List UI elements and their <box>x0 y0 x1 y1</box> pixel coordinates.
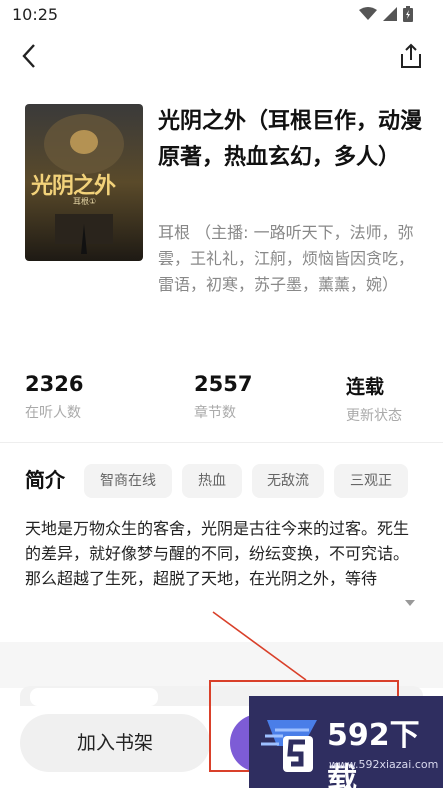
tag-chip[interactable]: 热血 <box>182 464 242 498</box>
book-authors: 耳根 （主播: 一路听天下，法师，弥雲，王礼礼，江舸，烦恼皆因贪吃，雷语，初寒，… <box>158 223 415 294</box>
tab-active[interactable] <box>30 688 158 706</box>
stat-value: 连载 <box>346 376 385 398</box>
expand-arrow-icon[interactable] <box>405 600 415 606</box>
tag-chip[interactable]: 无敌流 <box>252 464 324 498</box>
stat-label: 更新状态 <box>346 408 402 424</box>
add-to-bookshelf-button[interactable]: 加入书架 <box>20 714 210 772</box>
status-time: 10:25 <box>12 5 59 24</box>
signal-icon <box>383 7 397 21</box>
stat-chapters: 2557 章节数 <box>194 372 252 422</box>
stat-label: 章节数 <box>194 405 236 421</box>
share-icon[interactable] <box>397 40 425 72</box>
book-title: 光阴之外（耳根巨作，动漫原著，热血玄幻，多人） <box>158 109 423 170</box>
stats-row: 2326 在听人数 2557 章节数 连载 更新状态 <box>0 372 443 428</box>
intro-text[interactable]: 天地是万物众生的客舍，光阴是古往今来的过客。死生的差异，就好像梦与醒的不同，纷纭… <box>25 516 420 591</box>
battery-icon <box>403 6 413 22</box>
stat-listeners: 2326 在听人数 <box>25 372 83 422</box>
cover-subtitle: 耳根① <box>73 197 97 206</box>
back-arrow-icon[interactable] <box>16 40 44 72</box>
watermark-url: www.592xiazai.com <box>329 758 439 771</box>
wifi-icon <box>359 7 377 20</box>
status-icons <box>359 6 413 22</box>
stat-value: 2326 <box>25 372 84 396</box>
watermark: 592下载 www.592xiazai.com <box>249 696 443 797</box>
intro-heading: 简介 <box>25 468 65 492</box>
divider <box>0 442 443 443</box>
status-bar: 10:25 <box>0 0 443 30</box>
watermark-brand: 592下载 <box>327 718 420 797</box>
book-cover[interactable]: 光阴之外 耳根① <box>25 104 143 261</box>
stat-value: 2557 <box>194 372 253 396</box>
tag-chip[interactable]: 智商在线 <box>84 464 172 498</box>
stat-update-status: 连载 更新状态 <box>346 372 402 425</box>
watermark-logo-icon <box>261 720 317 772</box>
tag-chip[interactable]: 三观正 <box>334 464 408 498</box>
top-bar <box>0 36 443 76</box>
stat-label: 在听人数 <box>25 405 81 421</box>
